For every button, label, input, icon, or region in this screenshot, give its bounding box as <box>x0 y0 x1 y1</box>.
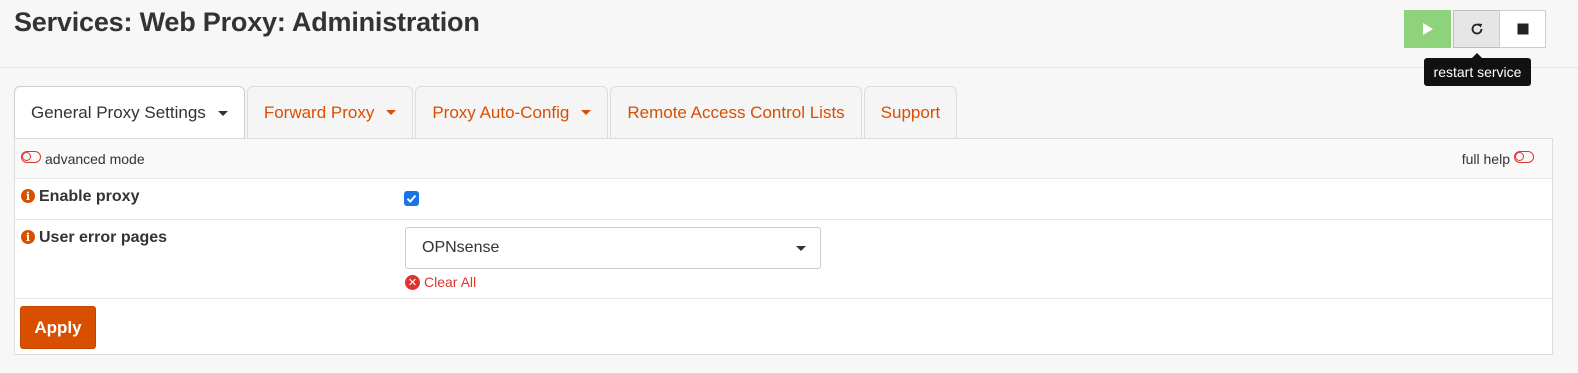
tab-label: Remote Access Control Lists <box>627 102 845 122</box>
apply-row: Apply <box>15 299 1552 356</box>
full-help-label: full help <box>1461 151 1510 167</box>
advanced-mode-toggle-icon[interactable] <box>21 151 41 163</box>
enable-proxy-row: i Enable proxy <box>15 179 1552 220</box>
caret-down-icon <box>386 110 397 115</box>
tab-support[interactable]: Support <box>863 86 958 138</box>
advanced-mode-label: advanced mode <box>45 151 145 167</box>
select-value: OPNsense <box>422 239 500 256</box>
clear-all-link[interactable]: ✕ Clear All <box>405 274 476 290</box>
info-icon[interactable]: i <box>21 230 35 244</box>
tab-label: Proxy Auto-Config <box>432 102 570 122</box>
apply-button[interactable]: Apply <box>20 306 96 349</box>
tab-general-proxy-settings[interactable]: General Proxy Settings <box>14 86 245 139</box>
service-controls <box>1404 10 1546 48</box>
user-error-pages-select[interactable]: OPNsense <box>405 227 821 269</box>
user-error-pages-label: User error pages <box>39 229 168 246</box>
checkmark-icon <box>406 194 417 203</box>
page-title: Services: Web Proxy: Administration <box>14 7 480 37</box>
tab-proxy-auto-config[interactable]: Proxy Auto-Config <box>415 86 609 138</box>
restart-service-button[interactable] <box>1453 10 1500 48</box>
start-service-button[interactable] <box>1404 10 1451 48</box>
enable-proxy-label: Enable proxy <box>39 188 140 205</box>
caret-down-icon <box>217 110 228 116</box>
clear-all-label: Clear All <box>424 274 477 290</box>
caret-down-icon <box>796 246 806 251</box>
tab-forward-proxy[interactable]: Forward Proxy <box>246 86 414 138</box>
tab-bar: General Proxy Settings Forward Proxy Pro… <box>14 86 959 139</box>
tab-label: General Proxy Settings <box>31 103 206 122</box>
full-help-toggle-icon[interactable] <box>1514 151 1534 163</box>
form-mode-row: advanced mode full help <box>15 139 1552 179</box>
clear-icon: ✕ <box>405 274 420 290</box>
tab-label: Support <box>880 102 941 122</box>
restart-tooltip: restart service <box>1424 53 1531 86</box>
tab-remote-access-control-lists[interactable]: Remote Access Control Lists <box>610 86 862 138</box>
enable-proxy-checkbox[interactable] <box>404 191 419 206</box>
settings-form: advanced mode full help i Enable proxy i… <box>14 138 1553 355</box>
refresh-icon <box>1471 23 1482 35</box>
stop-service-button[interactable] <box>1499 10 1546 48</box>
stop-icon <box>1517 23 1528 35</box>
user-error-pages-row: i User error pages OPNsense ✕ Clear All <box>15 220 1552 299</box>
info-icon[interactable]: i <box>21 189 35 203</box>
page-header: Services: Web Proxy: Administration <box>0 0 1578 68</box>
play-icon <box>1422 23 1433 35</box>
caret-down-icon <box>581 110 592 115</box>
tab-label: Forward Proxy <box>263 102 375 122</box>
